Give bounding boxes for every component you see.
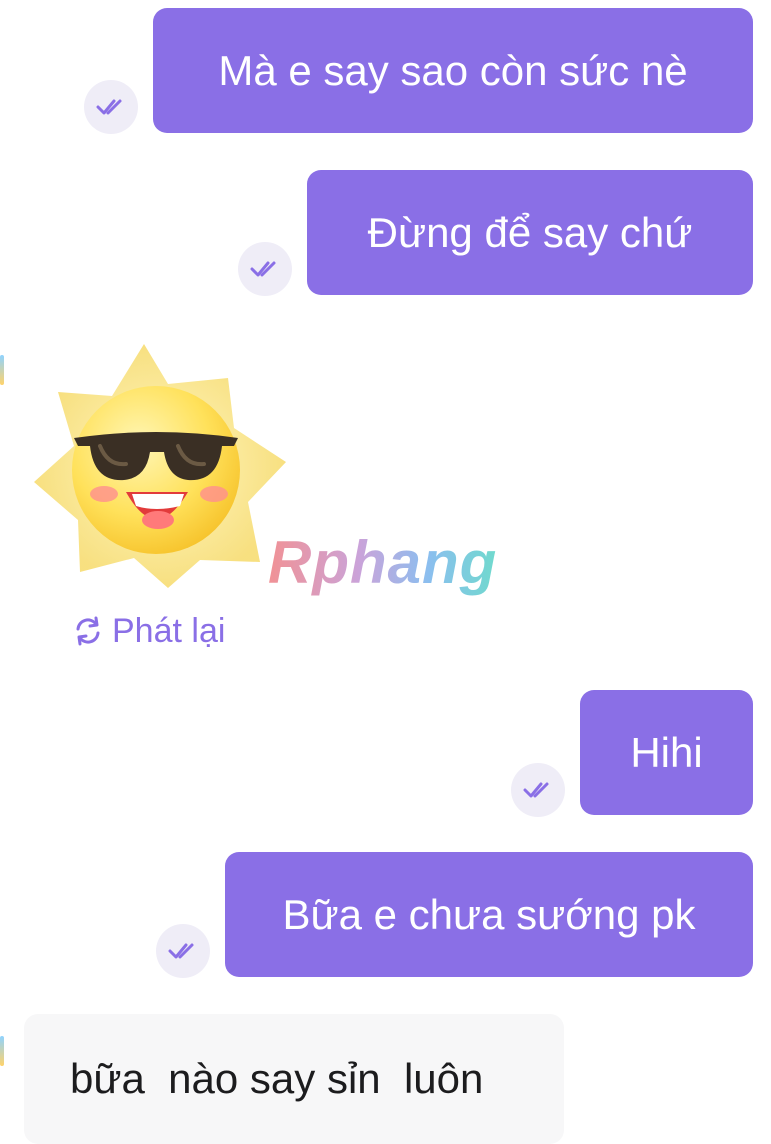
outgoing-message[interactable]: Mà e say sao còn sức nè [153, 8, 753, 133]
watermark: Rphang [268, 529, 498, 596]
double-check-icon [523, 782, 549, 798]
read-status [156, 924, 210, 978]
replay-button[interactable]: Phát lại [72, 608, 225, 654]
double-check-icon [250, 261, 276, 277]
outgoing-message[interactable]: Bữa e chưa sướng pk [225, 852, 753, 977]
replay-icon [76, 616, 100, 646]
sender-avatar-edge [0, 355, 4, 385]
incoming-message[interactable]: bữa nào say sỉn luôn [24, 1014, 564, 1144]
read-status [84, 80, 138, 134]
double-check-icon [96, 99, 122, 115]
sender-avatar-edge [0, 1036, 4, 1066]
double-check-icon [168, 943, 194, 959]
sun-sticker-image [34, 344, 286, 588]
replay-label: Phát lại [112, 611, 226, 650]
sun-with-sunglasses-sticker[interactable] [28, 342, 290, 592]
outgoing-message[interactable]: Hihi [580, 690, 753, 815]
read-status [511, 763, 565, 817]
outgoing-message[interactable]: Đừng để say chứ [307, 170, 753, 295]
read-status [238, 242, 292, 296]
